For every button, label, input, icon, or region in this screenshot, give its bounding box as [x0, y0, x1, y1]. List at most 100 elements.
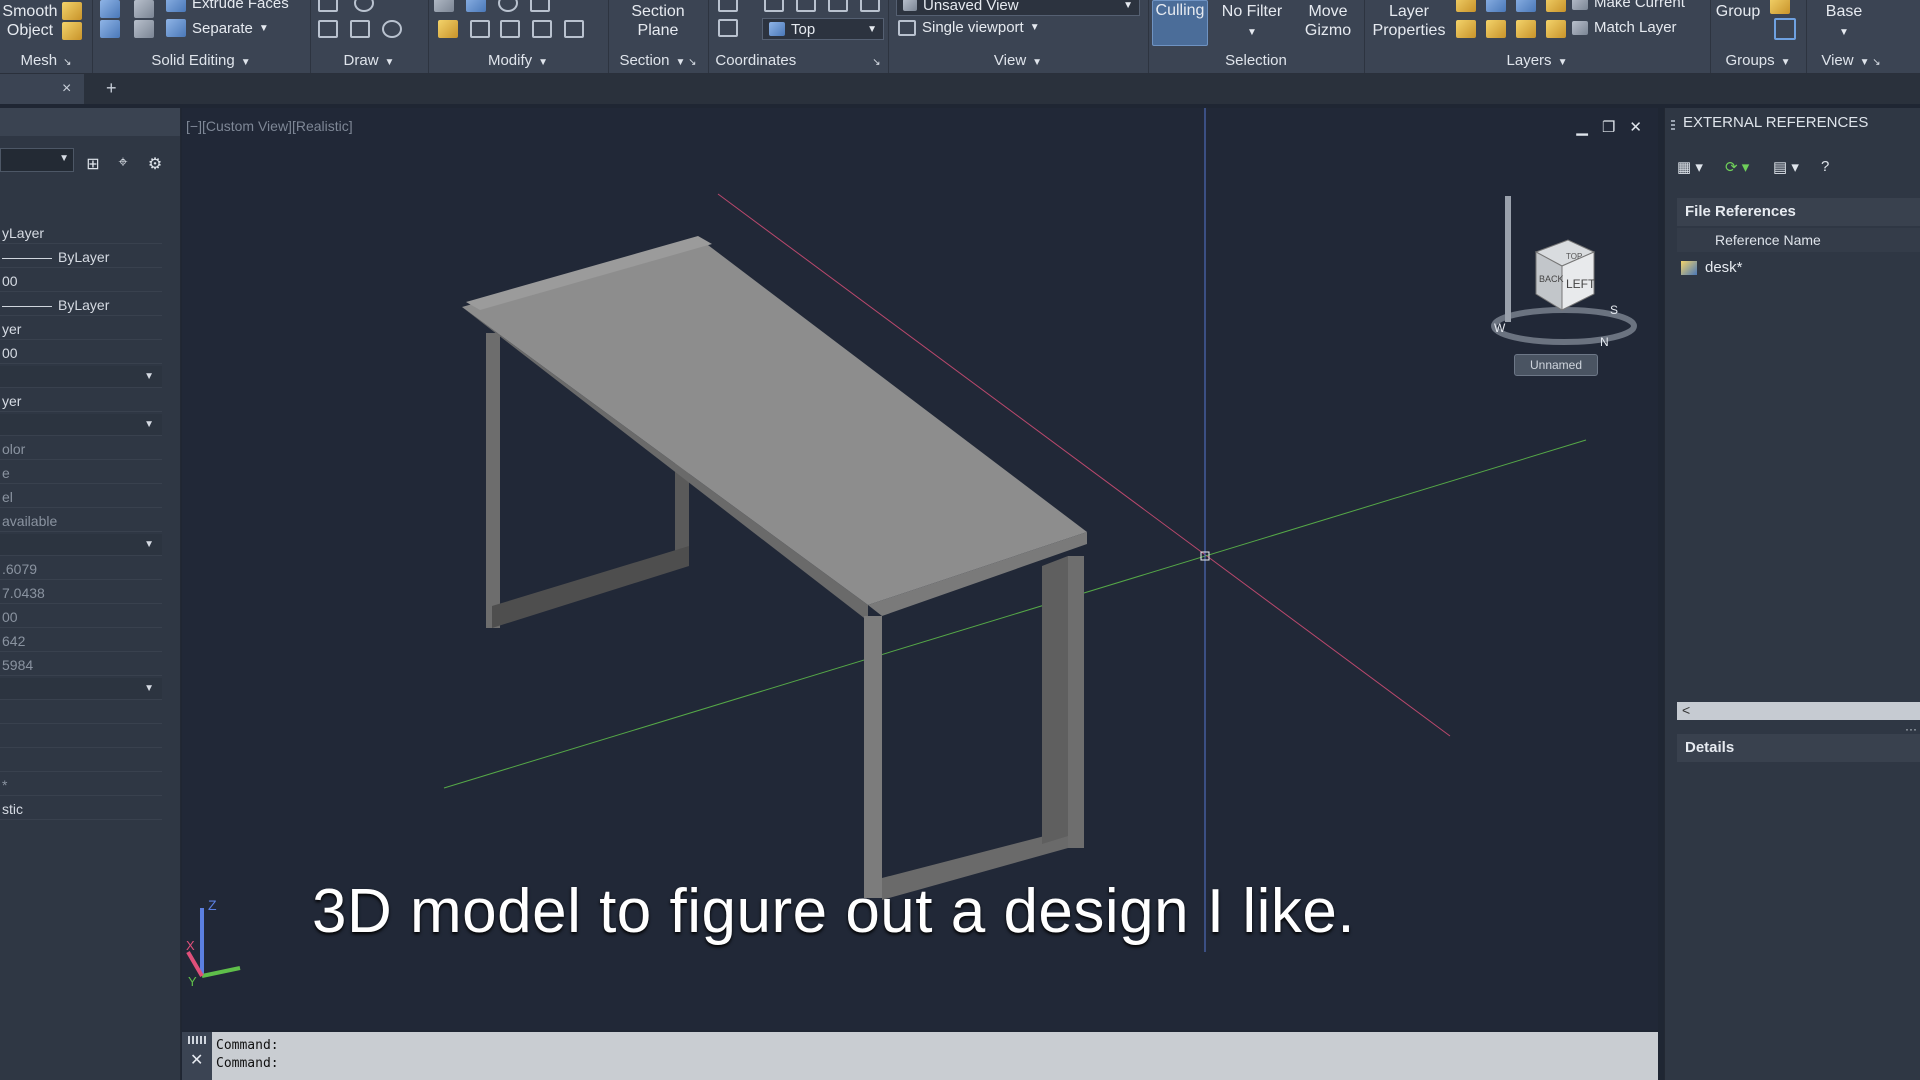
property-row[interactable]: * [0, 774, 162, 796]
solid-tool-icon[interactable] [134, 20, 154, 38]
toggle-pickadd-icon[interactable]: ⊞ [84, 154, 102, 173]
extrude-faces-button[interactable]: Extrude Faces [166, 0, 289, 12]
layer-tool-icon[interactable] [1516, 20, 1536, 38]
property-section-header[interactable]: ▼ [0, 414, 162, 436]
rectangle-icon[interactable] [350, 20, 370, 38]
ucs-combo[interactable]: Top ▼ [762, 18, 884, 40]
ribbon-group-title-draw[interactable]: Draw ▼ [310, 52, 428, 69]
culling-button[interactable]: Culling [1152, 0, 1208, 46]
horizontal-scrollbar[interactable]: < [1677, 702, 1920, 720]
named-view-combo[interactable]: Unsaved View ▼ [896, 0, 1140, 16]
property-row[interactable]: 642 [0, 630, 162, 652]
offset-icon[interactable] [532, 20, 552, 38]
close-icon[interactable]: ✕ [1629, 118, 1642, 136]
viewport-label[interactable]: [−][Custom View][Realistic] [186, 118, 353, 134]
ucs-tool-icon[interactable] [828, 0, 848, 12]
mesh-tool-icon[interactable] [62, 22, 82, 40]
property-row[interactable] [0, 702, 162, 724]
new-tab-icon[interactable]: + [106, 78, 117, 99]
property-row[interactable]: olor [0, 438, 162, 460]
ribbon-group-title-layers[interactable]: Layers ▼ [1364, 52, 1710, 69]
property-row[interactable]: .6079 [0, 558, 162, 580]
ribbon-group-title-coordinates[interactable]: Coordinates ↘ [708, 52, 888, 69]
make-current-button[interactable]: Make Current [1572, 0, 1685, 11]
group-tool-icon[interactable] [1770, 0, 1790, 14]
lock-icon[interactable] [1546, 0, 1566, 12]
property-row[interactable]: 7.0438 [0, 582, 162, 604]
ribbon-group-title-section[interactable]: Section ▼ ↘ [608, 52, 708, 69]
line-icon[interactable] [318, 0, 338, 12]
group-edit-icon[interactable] [1774, 18, 1796, 40]
smooth-object-button[interactable]: Smooth Object [2, 2, 58, 40]
modify-tool-icon[interactable] [530, 0, 550, 12]
command-line-handle[interactable]: ✕ [182, 1032, 212, 1080]
no-filter-button[interactable]: No Filter ▼ [1214, 2, 1290, 42]
property-row[interactable]: 00 [0, 606, 162, 628]
ribbon-group-title-view-2[interactable]: View ▼ ↘ [1806, 52, 1896, 69]
compass-s-label[interactable]: S [1610, 303, 1618, 317]
triangle-icon[interactable] [470, 20, 490, 38]
solid-tool-icon[interactable] [134, 0, 154, 18]
ucs-tool-icon[interactable] [764, 0, 784, 12]
chevron-down-icon[interactable]: ▼ [144, 366, 154, 387]
reference-item[interactable]: desk* [1677, 256, 1920, 280]
file-references-header[interactable]: File References [1677, 198, 1920, 226]
ucs-tool-icon[interactable] [860, 0, 880, 12]
help-icon[interactable]: ? [1821, 158, 1829, 175]
property-row[interactable]: 00 [0, 342, 162, 364]
grip-icon[interactable] [188, 1036, 206, 1044]
attach-dwg-icon[interactable]: ▦ ▾ [1677, 158, 1703, 176]
ucs-tool-icon[interactable] [796, 0, 816, 12]
property-row[interactable] [0, 726, 162, 748]
property-row[interactable]: yer [0, 390, 162, 412]
property-row[interactable]: stic [0, 798, 162, 820]
layer-properties-button[interactable]: Layer Properties [1368, 2, 1450, 40]
details-header[interactable]: Details [1677, 734, 1920, 762]
modify-tool-icon[interactable] [434, 0, 454, 12]
scroll-left-icon[interactable]: < [1682, 702, 1690, 718]
property-row[interactable]: 5984 [0, 654, 162, 676]
object-type-combo[interactable]: ▼ [0, 148, 74, 172]
polygon-icon[interactable] [318, 20, 338, 38]
base-button[interactable]: Base ▼ [1816, 2, 1872, 42]
property-row[interactable]: available [0, 510, 162, 532]
close-icon[interactable]: ✕ [190, 1050, 203, 1070]
property-section-header[interactable]: ▼ [0, 678, 162, 700]
chevron-down-icon[interactable]: ▼ [144, 534, 154, 555]
reference-name-column[interactable]: Reference Name [1677, 228, 1920, 252]
ribbon-group-title-modify[interactable]: Modify ▼ [428, 52, 608, 69]
chevron-down-icon[interactable]: ▼ [144, 678, 154, 699]
separate-button[interactable]: Separate ▼ [166, 19, 269, 37]
property-row[interactable]: 00 [0, 270, 162, 292]
scale-icon[interactable] [500, 20, 520, 38]
ribbon-group-title-groups[interactable]: Groups ▼ [1710, 52, 1806, 69]
move-gizmo-button[interactable]: Move Gizmo [1298, 2, 1358, 40]
layer-tool-icon[interactable] [1456, 20, 1476, 38]
modify-tool-icon[interactable] [466, 0, 486, 12]
ucs-tool-icon[interactable] [718, 0, 738, 12]
property-row[interactable]: yLayer [0, 222, 162, 244]
property-row[interactable]: ByLayer [0, 246, 162, 268]
property-row[interactable] [0, 750, 162, 772]
restore-icon[interactable]: ❐ [1602, 118, 1615, 136]
refresh-icon[interactable]: ⟳ ▾ [1725, 158, 1749, 176]
property-row[interactable]: ByLayer [0, 294, 162, 316]
ellipse-icon[interactable] [382, 20, 402, 38]
command-line[interactable]: ✕ Command: Command: [182, 1032, 1658, 1080]
match-layer-button[interactable]: Match Layer [1572, 19, 1677, 36]
layer-tool-icon[interactable] [1486, 20, 1506, 38]
solid-tool-icon[interactable] [100, 0, 120, 18]
array-icon[interactable] [564, 20, 584, 38]
compass-w-label[interactable]: W [1494, 321, 1506, 335]
ribbon-group-title-view[interactable]: View ▼ [888, 52, 1148, 69]
property-row[interactable]: yer [0, 318, 162, 340]
drawing-viewport[interactable]: [−][Custom View][Realistic] ▁ ❐ ✕ TOP BA… [182, 108, 1658, 1030]
close-tab-icon[interactable]: × [62, 80, 71, 98]
circle-icon[interactable] [354, 0, 374, 12]
grip-icon[interactable] [1671, 118, 1675, 130]
desk-model[interactable] [462, 236, 1087, 900]
solid-tool-icon[interactable] [100, 20, 120, 38]
section-plane-button[interactable]: Section Plane [628, 2, 688, 40]
file-tab[interactable] [0, 74, 84, 104]
ucs-named-icon[interactable] [718, 19, 738, 37]
